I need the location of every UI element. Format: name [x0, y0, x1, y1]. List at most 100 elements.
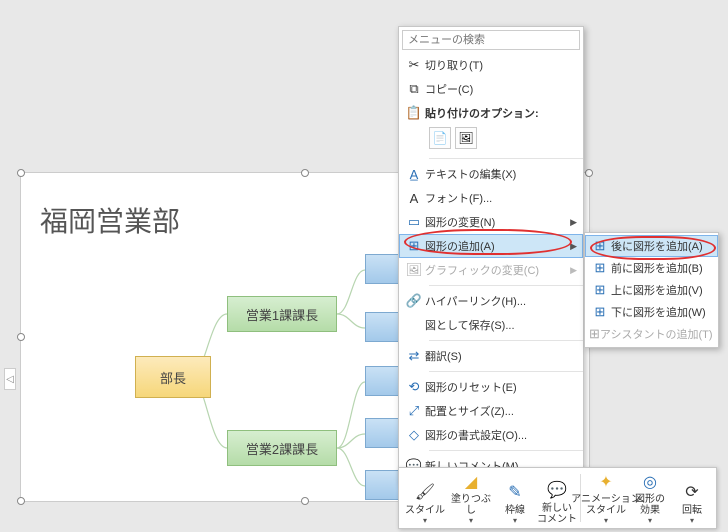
submenu-add-after[interactable]: ⊞ 後に図形を追加(A) — [585, 235, 718, 257]
effects-icon: ◎ — [639, 471, 661, 492]
org-node-child[interactable]: 営業1課課長 — [227, 296, 337, 332]
add-shape-submenu: ⊞ 後に図形を追加(A) ⊞ 前に図形を追加(B) ⊞ 上に図形を追加(V) ⊞… — [584, 232, 719, 348]
menu-separator — [429, 340, 583, 341]
add-above-icon: ⊞ — [589, 282, 611, 298]
mini-label: 回転 — [682, 505, 702, 516]
menu-size-position[interactable]: ⤢ 配置とサイズ(Z)... — [399, 399, 583, 423]
font-icon: A — [403, 191, 425, 206]
assistant-icon: ⊞ — [589, 326, 600, 342]
text-pane-toggle[interactable]: ◁ — [4, 368, 16, 390]
menu-separator — [429, 371, 583, 372]
dropdown-caret-icon: ▾ — [648, 516, 652, 525]
dropdown-caret-icon: ▾ — [423, 516, 427, 525]
translate-icon: ⇄ — [403, 348, 425, 364]
format-shape-icon: ◇ — [403, 427, 425, 443]
mini-label: 図形の 効果 — [635, 494, 665, 516]
menu-label: コピー(C) — [425, 81, 577, 97]
clipboard-icon: 📋 — [403, 105, 425, 121]
submenu-add-below[interactable]: ⊞ 下に図形を追加(W) — [585, 301, 718, 323]
picture-icon: 🖼 — [403, 262, 425, 278]
menu-cut[interactable]: ✂ 切り取り(T) — [399, 53, 583, 77]
mini-animation-button[interactable]: ✦ アニメーション スタイル ▾ — [583, 471, 629, 525]
resize-handle[interactable] — [301, 497, 309, 505]
link-icon: 🔗 — [403, 293, 425, 309]
menu-label: グラフィックの変更(C) — [425, 262, 570, 278]
dropdown-caret-icon: ▾ — [469, 516, 473, 525]
resize-handle[interactable] — [301, 169, 309, 177]
add-after-icon: ⊞ — [589, 238, 611, 254]
menu-format-shape[interactable]: ◇ 図形の書式設定(O)... — [399, 423, 583, 447]
org-node-child[interactable]: 営業2課課長 — [227, 430, 337, 466]
menu-translate[interactable]: ⇄ 翻訳(S) — [399, 344, 583, 368]
menu-separator — [429, 158, 583, 159]
submenu-add-before[interactable]: ⊞ 前に図形を追加(B) — [585, 257, 718, 279]
menu-label: 後に図形を追加(A) — [611, 238, 712, 254]
mini-rotate-button[interactable]: ⟳ 回転 ▾ — [671, 471, 713, 525]
menu-label: フォント(F)... — [425, 190, 577, 206]
add-shape-icon: ⊞ — [403, 238, 425, 254]
menu-font[interactable]: A フォント(F)... — [399, 186, 583, 210]
paste-option[interactable]: 📄 — [429, 127, 451, 149]
paste-option[interactable]: 🖼 — [455, 127, 477, 149]
menu-add-shape[interactable]: ⊞ 図形の追加(A) ▶ — [399, 234, 583, 258]
menu-edit-text[interactable]: A̲ テキストの編集(X) — [399, 162, 583, 186]
fill-icon: ◢ — [460, 471, 482, 492]
resize-handle[interactable] — [585, 169, 593, 177]
scissors-icon: ✂ — [403, 57, 425, 73]
outline-icon: ✎ — [504, 481, 526, 503]
context-menu: ✂ 切り取り(T) ⧉ コピー(C) 📋 貼り付けのオプション: 📄 🖼 A̲ … — [398, 26, 584, 483]
mini-outline-button[interactable]: ✎ 枠線 ▾ — [494, 471, 536, 525]
submenu-add-assistant: ⊞ アシスタントの追加(T) — [585, 323, 718, 345]
mini-label: 塗りつぶし — [448, 494, 494, 516]
menu-change-shape[interactable]: ▭ 図形の変更(N) ▶ — [399, 210, 583, 234]
menu-label: 図形の書式設定(O)... — [425, 427, 577, 443]
menu-label: 前に図形を追加(B) — [611, 260, 712, 276]
menu-label: 図形のリセット(E) — [425, 379, 577, 395]
paste-options-row: 📄 🖼 — [399, 125, 583, 155]
add-before-icon: ⊞ — [589, 260, 611, 276]
mini-label: スタイル — [405, 505, 445, 516]
menu-change-graphic: 🖼 グラフィックの変更(C) ▶ — [399, 258, 583, 282]
rotate-icon: ⟳ — [681, 481, 703, 503]
menu-label: 配置とサイズ(Z)... — [425, 403, 577, 419]
size-icon: ⤢ — [403, 403, 425, 419]
change-shape-icon: ▭ — [403, 214, 425, 230]
menu-search-row — [402, 30, 580, 50]
mini-effects-button[interactable]: ◎ 図形の 効果 ▾ — [629, 471, 671, 525]
menu-label: 上に図形を追加(V) — [611, 282, 712, 298]
menu-label: 図形の変更(N) — [425, 214, 570, 230]
mini-fill-button[interactable]: ◢ 塗りつぶし ▾ — [448, 471, 494, 525]
menu-hyperlink[interactable]: 🔗 ハイパーリンク(H)... — [399, 289, 583, 313]
menu-save-as-picture[interactable]: 図として保存(S)... — [399, 313, 583, 337]
resize-handle[interactable] — [17, 169, 25, 177]
submenu-add-above[interactable]: ⊞ 上に図形を追加(V) — [585, 279, 718, 301]
copy-icon: ⧉ — [403, 81, 425, 97]
menu-reset-shape[interactable]: ⟲ 図形のリセット(E) — [399, 375, 583, 399]
comment-icon: 💬 — [546, 479, 568, 501]
style-icon: 🖌 — [414, 481, 436, 503]
menu-paste-header: 📋 貼り付けのオプション: — [399, 101, 583, 125]
menu-separator — [429, 285, 583, 286]
page-title: 福岡営業部 — [40, 200, 180, 240]
org-node-root[interactable]: 部長 — [135, 356, 211, 398]
chevron-right-icon: ▶ — [570, 217, 577, 228]
menu-label: 図形の追加(A) — [425, 238, 570, 254]
chevron-right-icon: ▶ — [570, 241, 577, 252]
menu-label: 翻訳(S) — [425, 348, 577, 364]
mini-toolbar: 🖌 スタイル ▾ ◢ 塗りつぶし ▾ ✎ 枠線 ▾ 💬 新しい コメント ✦ ア… — [398, 467, 717, 529]
menu-label: テキストの編集(X) — [425, 166, 577, 182]
reset-icon: ⟲ — [403, 379, 425, 395]
mini-label: 枠線 — [505, 505, 525, 516]
resize-handle[interactable] — [17, 497, 25, 505]
menu-search-input[interactable] — [402, 30, 580, 50]
dropdown-caret-icon: ▾ — [690, 516, 694, 525]
dropdown-caret-icon: ▾ — [604, 516, 608, 525]
mini-style-button[interactable]: 🖌 スタイル ▾ — [402, 471, 448, 525]
resize-handle[interactable] — [17, 333, 25, 341]
menu-label: 図として保存(S)... — [425, 317, 577, 333]
menu-separator — [429, 450, 583, 451]
menu-label: アシスタントの追加(T) — [600, 326, 713, 342]
menu-label: 切り取り(T) — [425, 57, 577, 73]
add-below-icon: ⊞ — [589, 304, 611, 320]
menu-copy[interactable]: ⧉ コピー(C) — [399, 77, 583, 101]
